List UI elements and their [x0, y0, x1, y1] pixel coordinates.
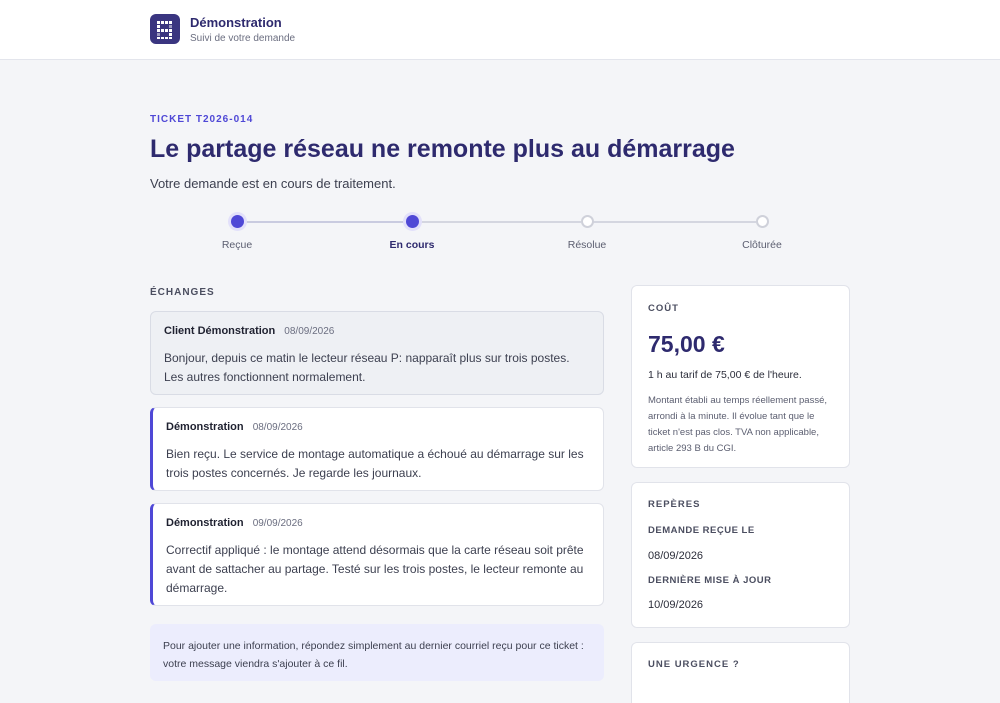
step-label-resolved: Résolue: [567, 239, 607, 251]
step-label-closed: Clôturée: [742, 239, 782, 251]
message-date: 08/09/2026: [284, 326, 335, 337]
urgency-title: UNE URGENCE ?: [648, 659, 740, 670]
cost-detail: 1 h au tarif de 75,00 € de l'heure.: [648, 369, 802, 381]
message-author: Client Démonstration: [164, 325, 276, 337]
message-header: Client Démonstration 08/09/2026: [164, 325, 334, 337]
cost-amount: 75,00 €: [648, 331, 725, 357]
exchanges-heading: ÉCHANGES: [150, 287, 215, 298]
message-date: 08/09/2026: [252, 422, 303, 433]
message-body: Correctif appliqué : le montage attend d…: [166, 543, 584, 595]
step-dot-closed: [756, 215, 769, 228]
reply-info-text: Pour ajouter une information, répondez s…: [163, 640, 584, 670]
step-connector: [418, 221, 581, 223]
top-bar: Démonstration Suivi de votre demande: [0, 0, 1000, 60]
ticket-id: TICKET T2026-014: [150, 114, 254, 125]
urgency-card: UNE URGENCE ?: [631, 642, 850, 703]
step-label-in-progress: En cours: [389, 239, 435, 251]
cost-card: COÛT 75,00 € 1 h au tarif de 75,00 € de …: [631, 285, 850, 468]
message-card: Démonstration 08/09/2026 Bien reçu. Le s…: [150, 407, 604, 491]
step-connector: [593, 221, 756, 223]
message-body: Bien reçu. Le service de montage automat…: [166, 447, 584, 480]
step-connector: [243, 221, 406, 223]
message-author: Démonstration: [166, 517, 244, 529]
message-card: Démonstration 09/09/2026 Correctif appli…: [150, 503, 604, 606]
cost-title: COÛT: [648, 303, 679, 314]
cost-note: Montant établi au temps réellement passé…: [648, 395, 828, 454]
step-label-received: Reçue: [221, 239, 253, 251]
step-dot-resolved: [581, 215, 594, 228]
landmarks-title: REPÈRES: [648, 499, 701, 510]
message-header: Démonstration 09/09/2026: [166, 517, 303, 529]
message-header: Démonstration 08/09/2026: [166, 421, 303, 433]
received-date: 08/09/2026: [648, 550, 704, 562]
message-author: Démonstration: [166, 421, 244, 433]
message-date: 09/09/2026: [252, 518, 303, 529]
step-dot-in-progress: [406, 215, 419, 228]
page-title: Le partage réseau ne remonte plus au dém…: [150, 135, 735, 163]
message-card: Client Démonstration 08/09/2026 Bonjour,…: [150, 311, 604, 395]
message-body: Bonjour, depuis ce matin le lecteur rése…: [164, 351, 570, 384]
updated-label: DERNIÈRE MISE À JOUR: [648, 575, 772, 586]
brand-logo-icon: [150, 14, 180, 44]
reply-info-note: Pour ajouter une information, répondez s…: [150, 624, 604, 681]
brand-name: Démonstration: [190, 15, 282, 30]
step-dot-received: [231, 215, 244, 228]
brand-subtitle: Suivi de votre demande: [190, 33, 296, 44]
landmarks-card: REPÈRES DEMANDE REÇUE LE 08/09/2026 DERN…: [631, 482, 850, 628]
received-label: DEMANDE REÇUE LE: [648, 525, 755, 536]
updated-date: 10/09/2026: [648, 599, 704, 611]
status-text: Votre demande est en cours de traitement…: [150, 176, 396, 191]
